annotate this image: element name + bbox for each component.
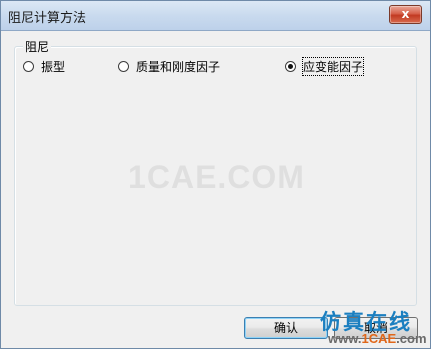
radio-label-mode-shape[interactable]: 振型 [41,58,65,75]
close-button[interactable]: x [389,5,422,24]
dialog-window: 阻尼计算方法 x 阻尼 振型 质量和刚度因子 应变能因子 1CAE.COM 确认… [0,0,431,349]
radio-button-icon[interactable] [118,61,129,72]
title-bar: 阻尼计算方法 x [1,1,430,31]
logo-url-prefix: www. [328,331,362,346]
radio-label-strain-energy[interactable]: 应变能因子 [301,57,365,76]
groupbox-label: 阻尼 [23,38,52,55]
radio-button-selected-icon[interactable] [285,61,296,72]
logo-url: www.1CAE.com [328,331,427,346]
radio-strain-energy[interactable]: 应变能因子 [285,57,365,76]
window-title: 阻尼计算方法 [8,11,87,26]
radio-label-mass-stiffness[interactable]: 质量和刚度因子 [136,58,220,75]
radio-button-icon[interactable] [23,61,34,72]
close-icon: x [401,7,410,21]
logo-url-suffix: .com [396,331,427,346]
radio-mode-shape[interactable]: 振型 [23,58,65,75]
watermark-text: 1CAE.COM [128,159,305,195]
radio-mass-stiffness[interactable]: 质量和刚度因子 [118,58,220,75]
site-logo: 仿真在线 www.1CAE.com [312,306,430,348]
logo-url-brand: 1CAE [361,331,397,346]
